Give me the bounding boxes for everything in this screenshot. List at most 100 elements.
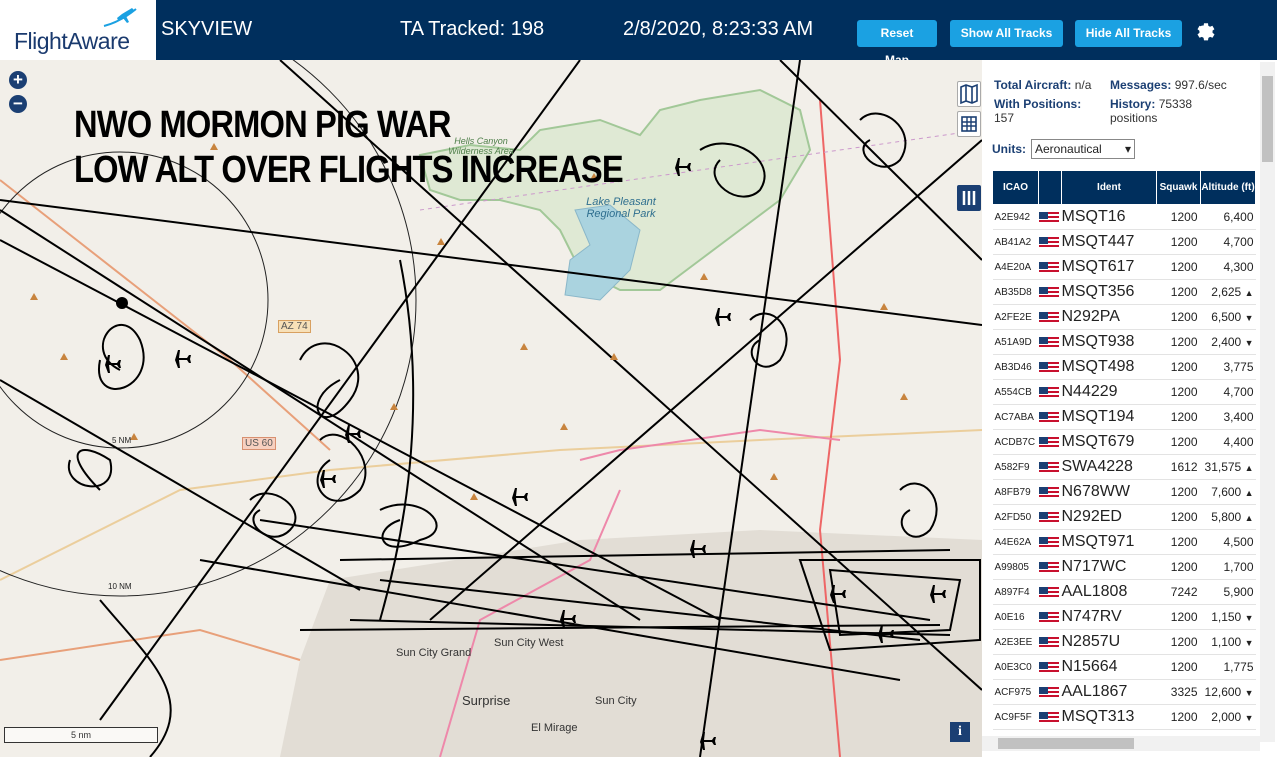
zoom-out-button[interactable]: − bbox=[9, 95, 27, 113]
us-flag-icon bbox=[1038, 304, 1062, 330]
gear-icon[interactable] bbox=[1192, 19, 1216, 43]
row-ident: MSQT938 bbox=[1061, 329, 1157, 355]
table-row[interactable]: ACDB7C MSQT679 1200 4,400 bbox=[992, 429, 1256, 455]
table-row[interactable]: A51A9D MSQT938 1200 2,400 ▼ bbox=[992, 329, 1256, 355]
row-icao: A2E942 bbox=[992, 204, 1039, 230]
row-icao: AC7ABA bbox=[992, 404, 1039, 430]
table-row[interactable]: A2FE2E N292PA 1200 6,500 ▼ bbox=[992, 304, 1256, 330]
row-squawk: 1200 bbox=[1156, 479, 1201, 505]
table-row[interactable]: A4E20A MSQT617 1200 4,300 bbox=[992, 254, 1256, 280]
trend-arrow: ▼ bbox=[1244, 313, 1254, 323]
col-icao[interactable]: ICAO bbox=[992, 170, 1039, 205]
table-row[interactable]: ACF975 AAL1867 3325 12,600 ▼ bbox=[992, 679, 1256, 705]
trend-arrow: ▼ bbox=[1244, 638, 1254, 648]
map-layers-button[interactable] bbox=[957, 81, 981, 107]
row-altitude: 4,500 bbox=[1200, 529, 1256, 555]
table-row[interactable]: A2E3EE N2857U 1200 1,100 ▼ bbox=[992, 629, 1256, 655]
table-row[interactable]: A99805 N717WC 1200 1,700 bbox=[992, 554, 1256, 580]
table-row[interactable]: A0E3C0 N15664 1200 1,775 bbox=[992, 654, 1256, 680]
overlay-title-line2: LOW ALT OVER FLIGHTS INCREASE bbox=[74, 149, 624, 191]
row-squawk: 1200 bbox=[1156, 279, 1201, 305]
col-altitude[interactable]: Altitude (ft) bbox=[1200, 170, 1256, 205]
table-row[interactable]: AB41A2 MSQT447 1200 4,700 bbox=[992, 229, 1256, 255]
table-row[interactable]: A554CB N44229 1200 4,700 bbox=[992, 379, 1256, 405]
sidebar-vertical-scrollbar[interactable] bbox=[1260, 62, 1275, 742]
total-aircraft: Total Aircraft: n/a bbox=[994, 78, 1092, 92]
row-altitude: 31,575 ▲ bbox=[1200, 454, 1256, 480]
us-flag-icon bbox=[1038, 329, 1062, 355]
hide-all-tracks-button[interactable]: Hide All Tracks bbox=[1075, 20, 1182, 47]
place-sun-city-grand: Sun City Grand bbox=[396, 647, 472, 659]
place-sun-city-west: Sun City West bbox=[494, 637, 564, 649]
row-ident: N678WW bbox=[1061, 479, 1157, 505]
chevron-down-icon: ▾ bbox=[1124, 142, 1131, 156]
sidebar-horizontal-scrollbar[interactable] bbox=[982, 736, 1260, 751]
map-canvas[interactable]: Hells Canyon Wilderness Area Lake Pleasa… bbox=[0, 60, 982, 757]
row-squawk: 1200 bbox=[1156, 504, 1201, 530]
row-squawk: 1200 bbox=[1156, 604, 1201, 630]
row-altitude: 12,600 ▼ bbox=[1200, 679, 1256, 705]
row-altitude: 2,625 ▲ bbox=[1200, 279, 1256, 305]
place-sun-city: Sun City bbox=[595, 695, 637, 707]
table-row[interactable]: A4E62A MSQT971 1200 4,500 bbox=[992, 529, 1256, 555]
row-icao: A0E3C0 bbox=[992, 654, 1039, 680]
us-flag-icon bbox=[1038, 429, 1062, 455]
table-row[interactable]: AC9F5F MSQT313 1200 2,000 ▼ bbox=[992, 704, 1256, 730]
row-ident: N747RV bbox=[1061, 604, 1157, 630]
place-lake-pleasant: Lake Pleasant Regional Park bbox=[586, 196, 656, 220]
table-row[interactable]: A2FD50 N292ED 1200 5,800 ▲ bbox=[992, 504, 1256, 530]
table-row[interactable]: AC7ABA MSQT194 1200 3,400 bbox=[992, 404, 1256, 430]
us-flag-icon bbox=[1038, 704, 1062, 730]
table-row[interactable]: AB3D46 MSQT498 1200 3,775 bbox=[992, 354, 1256, 380]
row-altitude: 1,775 bbox=[1200, 654, 1256, 680]
scroll-thumb[interactable] bbox=[1262, 76, 1273, 162]
col-squawk[interactable]: Squawk bbox=[1156, 170, 1201, 205]
reset-map-button[interactable]: Reset Map bbox=[857, 20, 937, 67]
flightaware-logo[interactable]: FlightAware bbox=[0, 0, 156, 60]
us-flag-icon bbox=[1038, 654, 1062, 680]
table-row[interactable]: A897F4 AAL1808 7242 5,900 bbox=[992, 579, 1256, 605]
table-row[interactable]: AB35D8 MSQT356 1200 2,625 ▲ bbox=[992, 279, 1256, 305]
table-row[interactable]: A2E942 MSQT16 1200 6,400 bbox=[992, 204, 1256, 230]
row-ident: SWA4228 bbox=[1061, 454, 1157, 480]
grid-icon bbox=[961, 116, 977, 132]
row-squawk: 1200 bbox=[1156, 354, 1201, 380]
app-name: SKYVIEW bbox=[161, 18, 253, 40]
row-ident: MSQT16 bbox=[1061, 204, 1157, 230]
ta-tracked: TA Tracked: 198 bbox=[400, 18, 545, 40]
scale-bar: 5 nm bbox=[4, 727, 158, 743]
table-row[interactable]: A0E16 N747RV 1200 1,150 ▼ bbox=[992, 604, 1256, 630]
row-squawk: 1200 bbox=[1156, 304, 1201, 330]
show-all-tracks-button[interactable]: Show All Tracks bbox=[950, 20, 1063, 47]
columns-button[interactable] bbox=[957, 185, 981, 211]
place-el-mirage: El Mirage bbox=[531, 722, 578, 734]
row-altitude: 6,400 bbox=[1200, 204, 1256, 230]
row-icao: AC9F5F bbox=[992, 704, 1039, 730]
info-button[interactable]: i bbox=[950, 722, 970, 742]
table-row[interactable]: A8FB79 N678WW 1200 7,600 ▲ bbox=[992, 479, 1256, 505]
row-altitude: 7,600 ▲ bbox=[1200, 479, 1256, 505]
ring-label-10nm: 10 NM bbox=[108, 582, 132, 591]
row-ident: N292PA bbox=[1061, 304, 1157, 330]
grid-button[interactable] bbox=[957, 111, 981, 137]
row-ident: AAL1867 bbox=[1061, 679, 1157, 705]
urban-area bbox=[280, 530, 982, 757]
col-flag[interactable] bbox=[1038, 170, 1062, 205]
row-icao: A582F9 bbox=[992, 454, 1039, 480]
zoom-in-button[interactable]: + bbox=[9, 71, 27, 89]
units-select[interactable]: Aeronautical ▾ bbox=[1031, 139, 1135, 159]
row-ident: MSQT313 bbox=[1061, 704, 1157, 730]
trend-arrow: ▼ bbox=[1244, 688, 1254, 698]
us-flag-icon bbox=[1038, 604, 1062, 630]
us-flag-icon bbox=[1038, 229, 1062, 255]
trend-arrow: ▲ bbox=[1244, 513, 1254, 523]
row-icao: A2FD50 bbox=[992, 504, 1039, 530]
scroll-thumb[interactable] bbox=[998, 738, 1134, 749]
table-row[interactable]: A582F9 SWA4228 1612 31,575 ▲ bbox=[992, 454, 1256, 480]
top-bar: FlightAware SKYVIEW TA Tracked: 198 2/8/… bbox=[0, 0, 1277, 67]
row-altitude: 4,700 bbox=[1200, 229, 1256, 255]
row-ident: N15664 bbox=[1061, 654, 1157, 680]
col-ident[interactable]: Ident bbox=[1061, 170, 1157, 205]
us-flag-icon bbox=[1038, 204, 1062, 230]
row-squawk: 1200 bbox=[1156, 229, 1201, 255]
